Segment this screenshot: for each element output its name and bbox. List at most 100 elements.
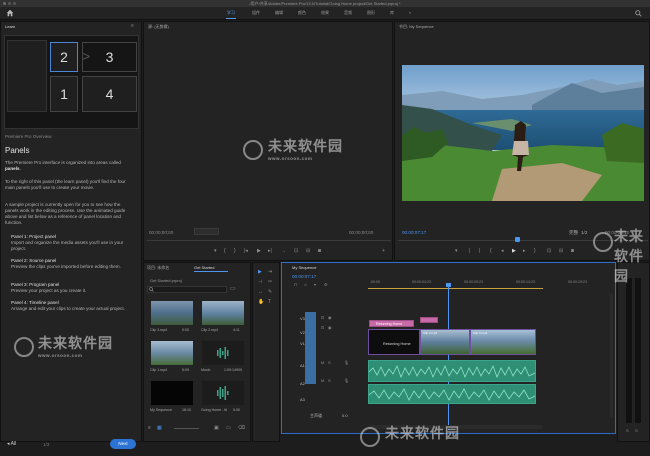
work-area-bar[interactable] (368, 288, 543, 289)
delete-icon[interactable]: ⌫ (238, 425, 245, 431)
title-clip-v2[interactable]: Returning Home (369, 320, 414, 327)
timeline-tab[interactable]: My Sequence (292, 265, 316, 270)
home-icon[interactable] (6, 9, 14, 17)
timeline-settings-icon[interactable]: ⚙ (324, 282, 328, 287)
project-search-input[interactable] (147, 286, 227, 293)
mark-out-icon[interactable]: | (479, 248, 480, 254)
export-frame-icon[interactable]: ◙ (318, 248, 321, 254)
extract-icon[interactable]: ⊟ (559, 248, 563, 254)
timeline-vertical-scrollbar[interactable] (610, 293, 613, 418)
razor-tool-icon[interactable]: ✂ (268, 279, 272, 285)
solo-right-button[interactable]: S (635, 428, 638, 433)
audio-clip-a2[interactable] (368, 384, 536, 404)
source-patch-audio[interactable] (305, 360, 316, 384)
project-item-thumb[interactable] (201, 380, 245, 406)
workspace-tab-graphics[interactable]: 图形 (367, 10, 375, 16)
overwrite-icon[interactable]: ⊟ (306, 248, 310, 254)
project-item-thumb[interactable] (201, 300, 245, 326)
go-to-out-icon[interactable]: → (281, 248, 286, 254)
export-frame-icon[interactable]: ◙ (571, 248, 574, 254)
snap-icon[interactable]: ⊓ (294, 282, 297, 287)
toggle-output-icon[interactable]: ◉ (328, 315, 332, 320)
next-button[interactable]: Next (110, 439, 136, 449)
toggle-output-icon[interactable]: ◉ (328, 325, 332, 330)
watermark-text: 未来软件园 (38, 335, 113, 351)
new-bin-icon[interactable]: ▭ (230, 285, 236, 292)
step-forward-icon[interactable]: ▸| (268, 248, 272, 254)
toggle-sync-lock-icon[interactable]: ⊡ (321, 315, 324, 320)
project-item-thumb[interactable] (150, 300, 194, 326)
insert-icon[interactable]: ⊡ (294, 248, 298, 254)
fit-dropdown[interactable]: 完整 (569, 230, 578, 236)
video-clip-2[interactable]: Clip 2.mp4 (420, 329, 470, 355)
hand-tool-icon[interactable]: ✋ (258, 299, 264, 305)
source-scrubber[interactable] (147, 240, 391, 241)
video-clip-1[interactable]: Returning Home (368, 329, 420, 355)
add-marker-icon[interactable]: ▾ (314, 282, 316, 287)
learn-panel-tab[interactable]: Learn (5, 24, 15, 29)
workspace-tab-learning[interactable]: 学习 (227, 10, 235, 16)
program-video-frame[interactable] (402, 65, 644, 201)
mark-in-icon[interactable]: | (469, 248, 470, 254)
project-item-thumb[interactable] (150, 340, 194, 366)
icon-view-icon[interactable]: ▦ (157, 425, 162, 431)
mark-in-icon[interactable]: ▾ (214, 248, 217, 254)
workspace-tab-color[interactable]: 颜色 (298, 10, 306, 16)
project-item-duration: 5:09 (182, 368, 189, 372)
pen-tool-icon[interactable]: ✎ (268, 289, 272, 295)
workspace-tab-effects[interactable]: 效果 (321, 10, 329, 16)
source-panel-tab[interactable]: 源: (无剪辑) (148, 24, 169, 30)
mute-track-button[interactable]: M (321, 378, 324, 383)
ripple-edit-tool-icon[interactable]: ⊣ (258, 279, 262, 285)
toggle-sync-lock-icon[interactable]: ⊡ (321, 325, 324, 330)
mute-track-button[interactable]: M (321, 360, 324, 365)
mark-out-icon[interactable]: { (224, 248, 226, 254)
playhead-handle[interactable] (446, 283, 451, 287)
step-back-icon[interactable]: |◂ (244, 248, 248, 254)
slip-tool-icon[interactable]: ↔ (258, 289, 263, 295)
workspace-tab-libraries[interactable]: 库 (390, 10, 394, 16)
solo-left-button[interactable]: S (626, 428, 629, 433)
lift-icon[interactable]: ⊡ (547, 248, 551, 254)
resolution-dropdown[interactable]: 1/2 (581, 230, 587, 235)
new-item-icon[interactable]: ▣ (214, 425, 219, 431)
folder-icon[interactable]: ▭ (226, 425, 231, 431)
project-tab-untitled[interactable]: 项目: 未命名 (147, 265, 169, 271)
track-select-tool-icon[interactable]: ⇥ (268, 269, 272, 275)
project-item-thumb[interactable] (150, 380, 194, 406)
workspace-overflow-icon[interactable]: » (409, 10, 411, 15)
workspace-tab-assembly[interactable]: 组件 (252, 10, 260, 16)
workspace-tab-audio[interactable]: 音频 (344, 10, 352, 16)
thumbnail-size-slider[interactable] (174, 428, 199, 429)
voice-over-icon[interactable]: 🎙 (344, 360, 349, 365)
audio-clip-a1[interactable] (368, 360, 536, 382)
go-to-out-icon[interactable]: } (534, 248, 536, 254)
title-clip-v3[interactable] (420, 317, 438, 323)
solo-track-button[interactable]: S (328, 378, 331, 383)
timeline-playhead[interactable] (448, 284, 449, 430)
play-icon[interactable]: ▶ (512, 248, 516, 254)
linked-selection-icon[interactable]: ⊂ (304, 282, 307, 287)
program-playhead[interactable] (515, 237, 520, 242)
project-item-thumb[interactable] (201, 340, 245, 366)
marker-icon[interactable]: ▾ (455, 248, 458, 254)
video-clip-3[interactable]: Clip 3.mp4 (470, 329, 536, 355)
solo-track-button[interactable]: S (328, 360, 331, 365)
voice-over-icon[interactable]: 🎙 (344, 378, 349, 383)
play-icon[interactable]: ▶ (257, 248, 261, 254)
step-back-icon[interactable]: ◂ (501, 248, 504, 254)
search-icon[interactable] (635, 10, 642, 17)
source-zoom-dropdown[interactable] (194, 228, 219, 235)
go-to-in-icon[interactable]: } (234, 248, 236, 254)
selection-tool-icon[interactable]: ▶ (258, 269, 262, 275)
workspace-tab-editing[interactable]: 编辑 (275, 10, 283, 16)
list-view-icon[interactable]: ≡ (148, 425, 151, 431)
project-tab-get-started[interactable]: Get Started (194, 265, 214, 270)
step-forward-icon[interactable]: ▸ (523, 248, 526, 254)
learn-heading: Panels (5, 146, 30, 155)
program-panel-tab[interactable]: 节目: My Sequence (399, 24, 434, 30)
panel-menu-icon[interactable]: ≡ (131, 23, 134, 29)
type-tool-icon[interactable]: T (268, 299, 271, 305)
go-to-in-icon[interactable]: { (490, 248, 492, 254)
add-button-icon[interactable]: + (382, 248, 385, 254)
